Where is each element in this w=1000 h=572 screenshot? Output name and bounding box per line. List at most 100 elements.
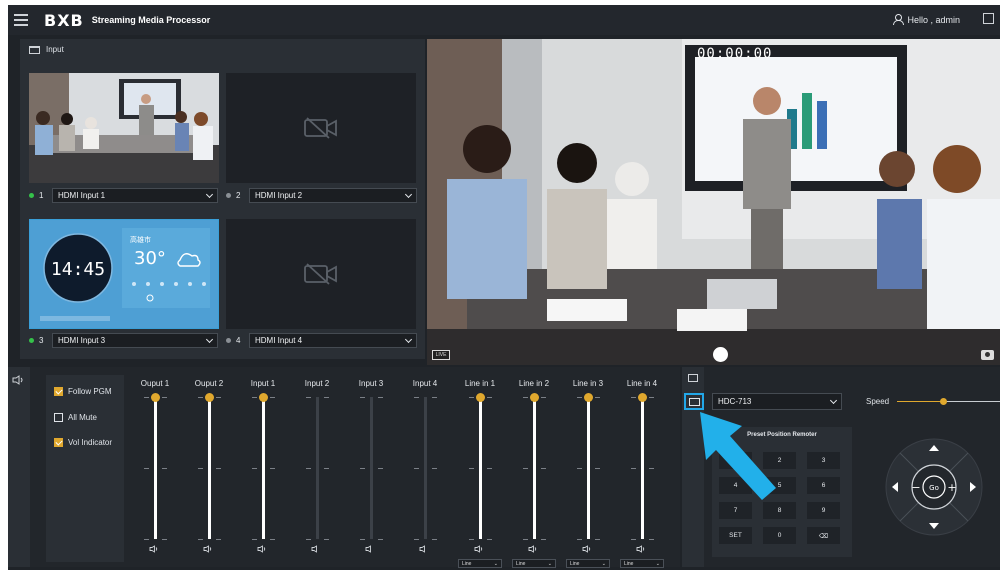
mute-speaker-icon[interactable]	[474, 545, 486, 553]
preset-key-2[interactable]: 2	[763, 452, 796, 469]
input-panel-title: Input	[46, 45, 64, 54]
input-source-select-3[interactable]: HDMI Input 3	[52, 333, 218, 348]
fader-handle[interactable]	[476, 393, 485, 402]
fader-track[interactable]	[587, 397, 590, 539]
input-source-value: HDMI Input 2	[255, 191, 303, 200]
fader-tick	[631, 539, 636, 540]
fader-handle[interactable]	[151, 393, 160, 402]
snapshot-camera-icon[interactable]	[981, 350, 994, 360]
input-thumbnail-3[interactable]: 14:45 高雄市 30°	[29, 219, 219, 329]
mute-speaker-icon[interactable]	[257, 545, 269, 553]
speed-slider[interactable]	[897, 398, 1000, 405]
preset-key-set[interactable]: SET	[719, 527, 752, 544]
preset-key-3[interactable]: 3	[807, 452, 840, 469]
ptz-side-strip	[682, 367, 704, 567]
preset-key-0[interactable]: 0	[763, 527, 796, 544]
volume-fader-7: Line in 1 Line ⌄	[455, 375, 505, 568]
fader-track[interactable]	[154, 397, 157, 539]
input-source-select-4[interactable]: HDMI Input 4	[249, 333, 417, 348]
mute-speaker-icon[interactable]	[149, 545, 161, 553]
input-thumbnail-4[interactable]	[226, 219, 416, 329]
fader-tick	[414, 468, 419, 469]
fader-tick	[649, 468, 654, 469]
fader-handle[interactable]	[259, 393, 268, 402]
preset-keypad: Preset Position Remoter 1 2 3 4 5 6 7 8 9 SET 0 ⌫	[712, 427, 852, 557]
user-menu[interactable]: Hello , admin	[893, 14, 960, 25]
ptz-joystick[interactable]: − + Go	[884, 437, 984, 537]
preset-key-7[interactable]: 7	[719, 502, 752, 519]
audio-side-strip	[8, 367, 30, 567]
option-label: All Mute	[68, 413, 97, 422]
fader-handle[interactable]	[530, 393, 539, 402]
all-mute-checkbox[interactable]: All Mute	[54, 413, 97, 422]
audio-mixer-panel: Follow PGM All Mute Vol Indicator Ouput …	[8, 367, 680, 568]
preset-key-backspace[interactable]: ⌫	[807, 527, 840, 544]
fader-handle[interactable]	[205, 393, 214, 402]
fader-track[interactable]	[208, 397, 211, 539]
fader-label: Input 3	[358, 379, 384, 388]
user-greeting: Hello , admin	[907, 14, 960, 25]
fader-track[interactable]	[262, 397, 265, 539]
vol-indicator-checkbox[interactable]: Vol Indicator	[54, 438, 112, 447]
fader-track[interactable]	[641, 397, 644, 539]
volume-fader-10: Line in 4 Line ⌄	[617, 375, 667, 568]
brand-logo: BXB	[44, 10, 84, 30]
follow-pgm-checkbox[interactable]: Follow PGM	[54, 387, 112, 396]
chevron-down-icon	[829, 396, 838, 404]
program-preview[interactable]: 00:00:00 LIVE	[427, 39, 1000, 365]
record-button[interactable]	[713, 347, 728, 362]
fader-label: Line in 4	[626, 379, 658, 388]
preset-key-6[interactable]: 6	[807, 477, 840, 494]
menu-icon[interactable]	[14, 14, 28, 26]
fader-handle[interactable]	[638, 393, 647, 402]
fader-tick	[216, 468, 221, 469]
fader-tick	[595, 468, 600, 469]
user-icon	[893, 14, 905, 25]
preset-key-1[interactable]: 1	[719, 452, 752, 469]
chevron-down-icon: ⌄	[493, 560, 498, 567]
preset-key-9[interactable]: 9	[807, 502, 840, 519]
input-status-dot	[29, 338, 34, 343]
preset-key-4[interactable]: 4	[719, 477, 752, 494]
fader-tick	[649, 397, 654, 398]
input-thumbnail-1[interactable]	[29, 73, 219, 183]
preset-key-8[interactable]: 8	[763, 502, 796, 519]
fader-track[interactable]	[316, 397, 319, 539]
volume-fader-5: Input 3	[346, 375, 396, 565]
camera-select[interactable]: HDC-713	[712, 393, 842, 410]
mute-speaker-icon[interactable]	[365, 545, 377, 553]
input-index: 1	[39, 191, 44, 200]
line-source-select[interactable]: Line ⌄	[512, 559, 556, 568]
line-source-select[interactable]: Line ⌄	[566, 559, 610, 568]
ptz-control-tab-icon[interactable]	[684, 393, 704, 410]
fader-label: Line in 2	[518, 379, 550, 388]
fullscreen-icon[interactable]	[983, 13, 994, 24]
fader-tick	[631, 468, 636, 469]
fader-track[interactable]	[533, 397, 536, 539]
line-source-select[interactable]: Line ⌄	[620, 559, 664, 568]
fader-tick	[324, 539, 329, 540]
mute-speaker-icon[interactable]	[203, 545, 215, 553]
mute-speaker-icon[interactable]	[311, 545, 323, 553]
chevron-down-icon	[404, 335, 413, 343]
mute-speaker-icon[interactable]	[528, 545, 540, 553]
speed-slider-handle[interactable]	[939, 398, 947, 405]
mute-speaker-icon[interactable]	[582, 545, 594, 553]
line-source-value: Line	[462, 560, 472, 567]
input-thumbnail-2[interactable]	[226, 73, 416, 183]
mute-speaker-icon[interactable]	[419, 545, 431, 553]
live-badge[interactable]: LIVE	[432, 350, 450, 360]
fader-track[interactable]	[479, 397, 482, 539]
input-index: 3	[39, 336, 44, 345]
clock-temperature: 30°	[134, 248, 166, 269]
fader-track[interactable]	[370, 397, 373, 539]
fader-track[interactable]	[424, 397, 427, 539]
mute-speaker-icon[interactable]	[636, 545, 648, 553]
fader-tick	[324, 468, 329, 469]
input-source-select-1[interactable]: HDMI Input 1	[52, 188, 218, 203]
line-source-select[interactable]: Line ⌄	[458, 559, 502, 568]
zoom-in-button: +	[947, 481, 956, 494]
input-source-select-2[interactable]: HDMI Input 2	[249, 188, 417, 203]
preset-key-5[interactable]: 5	[763, 477, 796, 494]
fader-handle[interactable]	[584, 393, 593, 402]
